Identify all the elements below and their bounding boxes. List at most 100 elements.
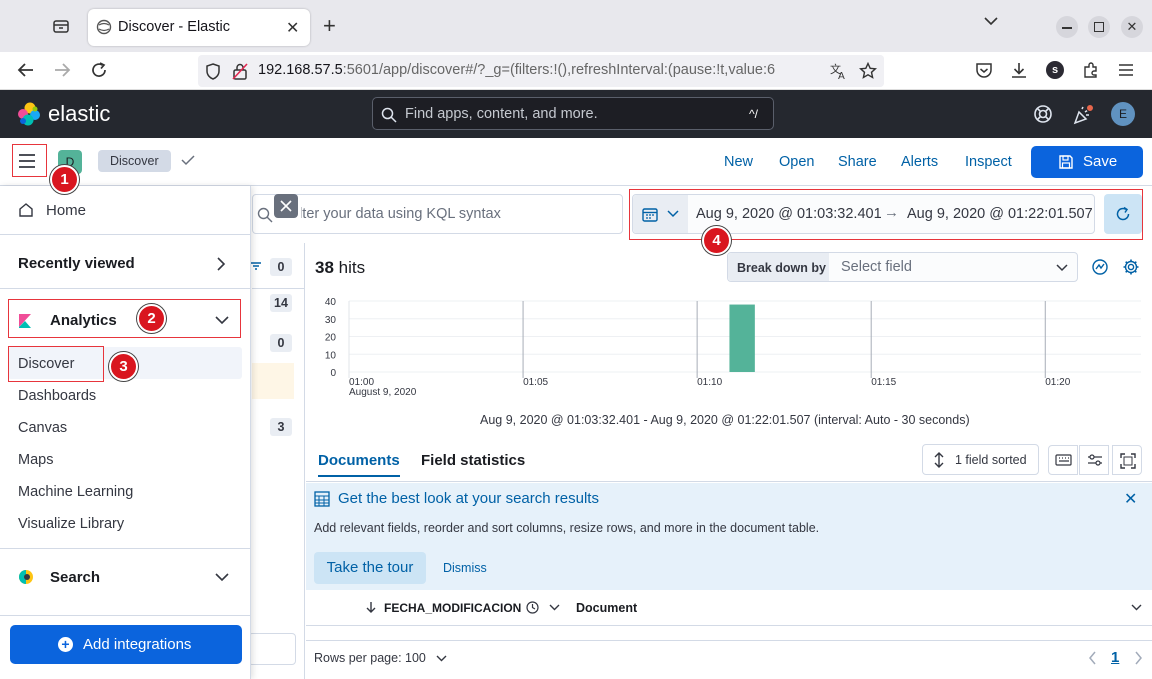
- x-tick-label: 01:10: [697, 377, 722, 388]
- column-menu-chevron-icon[interactable]: [549, 604, 560, 611]
- maximize-icon[interactable]: [1088, 16, 1110, 38]
- sort-down-arrow-icon: [366, 601, 376, 613]
- nav-maps[interactable]: Maps: [18, 452, 53, 468]
- x-tick-label: 01:05: [523, 377, 548, 388]
- minimize-icon[interactable]: [1056, 16, 1078, 38]
- extensions-icon[interactable]: [1082, 61, 1100, 79]
- nav-visualize-library[interactable]: Visualize Library: [18, 516, 124, 532]
- open-link[interactable]: Open: [779, 154, 814, 170]
- window-close-icon[interactable]: ✕: [1121, 16, 1143, 38]
- forward-icon[interactable]: [53, 62, 71, 78]
- chart-x-axis: 01:00 01:05 01:10 01:15 01:20August 9, 2020: [349, 377, 1071, 398]
- elastic-logo-icon[interactable]: [16, 101, 42, 127]
- gear-icon[interactable]: [1122, 258, 1140, 276]
- reload-icon[interactable]: [90, 61, 108, 79]
- breakdown-label: Break down by: [737, 261, 826, 275]
- new-link[interactable]: New: [724, 154, 753, 170]
- browser-tab[interactable]: Discover - Elastic ✕: [88, 9, 310, 46]
- url-host: 192.168.57.5: [258, 62, 343, 78]
- search-shortcut-hint: ^/: [749, 107, 758, 121]
- tab-documents[interactable]: Documents: [318, 452, 400, 477]
- help-lifebuoy-icon[interactable]: [1033, 104, 1053, 124]
- hits-label: hits: [338, 258, 366, 277]
- field-highlight-row: [252, 363, 294, 399]
- breakdown-select[interactable]: Break down by Select field: [727, 252, 1078, 282]
- nav-home[interactable]: Home: [46, 202, 86, 219]
- chart-options-icon[interactable]: [1091, 258, 1109, 276]
- dismiss-button[interactable]: Dismiss: [443, 561, 487, 575]
- column-document[interactable]: Document: [576, 601, 637, 615]
- global-search-placeholder: Find apps, content, and more.: [405, 106, 598, 122]
- prev-page-icon[interactable]: [1088, 651, 1097, 665]
- nav-machine-learning[interactable]: Machine Learning: [18, 484, 133, 500]
- fullscreen-button[interactable]: [1112, 445, 1142, 475]
- tab-list-chevron-icon[interactable]: [984, 16, 998, 26]
- y-tick-label: 0: [330, 368, 336, 379]
- column-fecha-modificacion[interactable]: FECHA_MODIFICACION: [384, 601, 521, 615]
- pocket-icon[interactable]: [975, 62, 993, 79]
- translate-icon[interactable]: 文A: [830, 62, 848, 80]
- downloads-icon[interactable]: [1010, 61, 1028, 79]
- query-search-icon: [257, 207, 273, 223]
- x-axis-date-label: August 9, 2020: [349, 387, 417, 398]
- callout-title: Get the best look at your search results: [338, 490, 599, 507]
- browser-menu-icon[interactable]: [1118, 63, 1134, 77]
- profile-s-icon[interactable]: s: [1046, 61, 1064, 79]
- histogram-bar: [729, 304, 755, 372]
- display-options-button[interactable]: [1079, 445, 1109, 475]
- user-avatar[interactable]: E: [1111, 102, 1135, 126]
- next-page-icon[interactable]: [1134, 651, 1143, 665]
- take-tour-button[interactable]: Take the tour: [314, 552, 426, 584]
- hits-count: 38: [315, 258, 334, 277]
- search-chevron-down-icon[interactable]: [214, 572, 230, 582]
- page-number[interactable]: 1: [1111, 649, 1119, 666]
- app-subheader: D Discover New Open Share Alerts Inspect…: [0, 138, 1152, 186]
- save-button[interactable]: Save: [1031, 146, 1143, 178]
- keyboard-shortcuts-button[interactable]: [1048, 445, 1078, 475]
- nav-recently-viewed[interactable]: Recently viewed: [18, 255, 135, 272]
- bookmark-star-icon[interactable]: [859, 62, 877, 80]
- news-feed-icon[interactable]: [1072, 104, 1094, 126]
- filter-icon[interactable]: [250, 261, 262, 271]
- alerts-link[interactable]: Alerts: [901, 154, 938, 170]
- browser-tab-bar: Discover - Elastic ✕ + ✕: [0, 0, 1152, 52]
- home-icon: [18, 202, 34, 218]
- annotation-box-2: [8, 299, 241, 338]
- global-search-input[interactable]: Find apps, content, and more. ^/: [372, 97, 774, 130]
- svg-text:A: A: [838, 71, 845, 80]
- breakdown-placeholder: Select field: [841, 259, 912, 275]
- chart-bars: [729, 304, 755, 372]
- tour-callout: Get the best look at your search results…: [306, 483, 1152, 590]
- nav-dashboards[interactable]: Dashboards: [18, 388, 96, 404]
- histogram-chart[interactable]: 010203040 01:00 01:05 01:10 01:15 01:20Augus…: [315, 292, 1145, 400]
- add-integrations-label: Add integrations: [83, 636, 192, 653]
- nav-search[interactable]: Search: [50, 569, 100, 586]
- nav-canvas[interactable]: Canvas: [18, 420, 67, 436]
- url-bar[interactable]: 192.168.57.5:5601/app/discover#/?_g=(fil…: [198, 55, 884, 87]
- expand-chevron-down-icon[interactable]: [1131, 604, 1142, 611]
- save-disk-icon: [1058, 154, 1074, 170]
- breadcrumb-discover[interactable]: Discover: [98, 150, 171, 172]
- annotation-badge-2: 2: [137, 304, 166, 333]
- tab-field-statistics[interactable]: Field statistics: [421, 452, 525, 469]
- sort-fields-button[interactable]: 1 field sorted: [922, 444, 1039, 475]
- add-integrations-button[interactable]: + Add integrations: [10, 625, 242, 664]
- back-icon[interactable]: [17, 62, 35, 78]
- fullscreen-icon: [1120, 453, 1136, 469]
- insecure-lock-icon[interactable]: [232, 63, 248, 80]
- new-tab-icon[interactable]: +: [323, 13, 336, 39]
- tab-overview-icon[interactable]: [52, 18, 70, 34]
- chevron-right-icon[interactable]: [216, 256, 226, 272]
- shield-icon[interactable]: [205, 63, 221, 80]
- callout-close-icon[interactable]: ✕: [1124, 489, 1137, 509]
- rows-chevron-down-icon[interactable]: [436, 655, 447, 662]
- document-table-header: FECHA_MODIFICACION Document: [306, 591, 1152, 626]
- inspect-link[interactable]: Inspect: [965, 154, 1012, 170]
- tab-close-icon[interactable]: ✕: [286, 18, 299, 38]
- annotation-box-3: [8, 346, 104, 382]
- close-nav-button[interactable]: [274, 194, 298, 218]
- rows-per-page-select[interactable]: Rows per page: 100: [314, 651, 426, 665]
- field-search-input[interactable]: [248, 633, 296, 665]
- kql-query-input[interactable]: Filter your data using KQL syntax: [252, 194, 623, 234]
- share-link[interactable]: Share: [838, 154, 877, 170]
